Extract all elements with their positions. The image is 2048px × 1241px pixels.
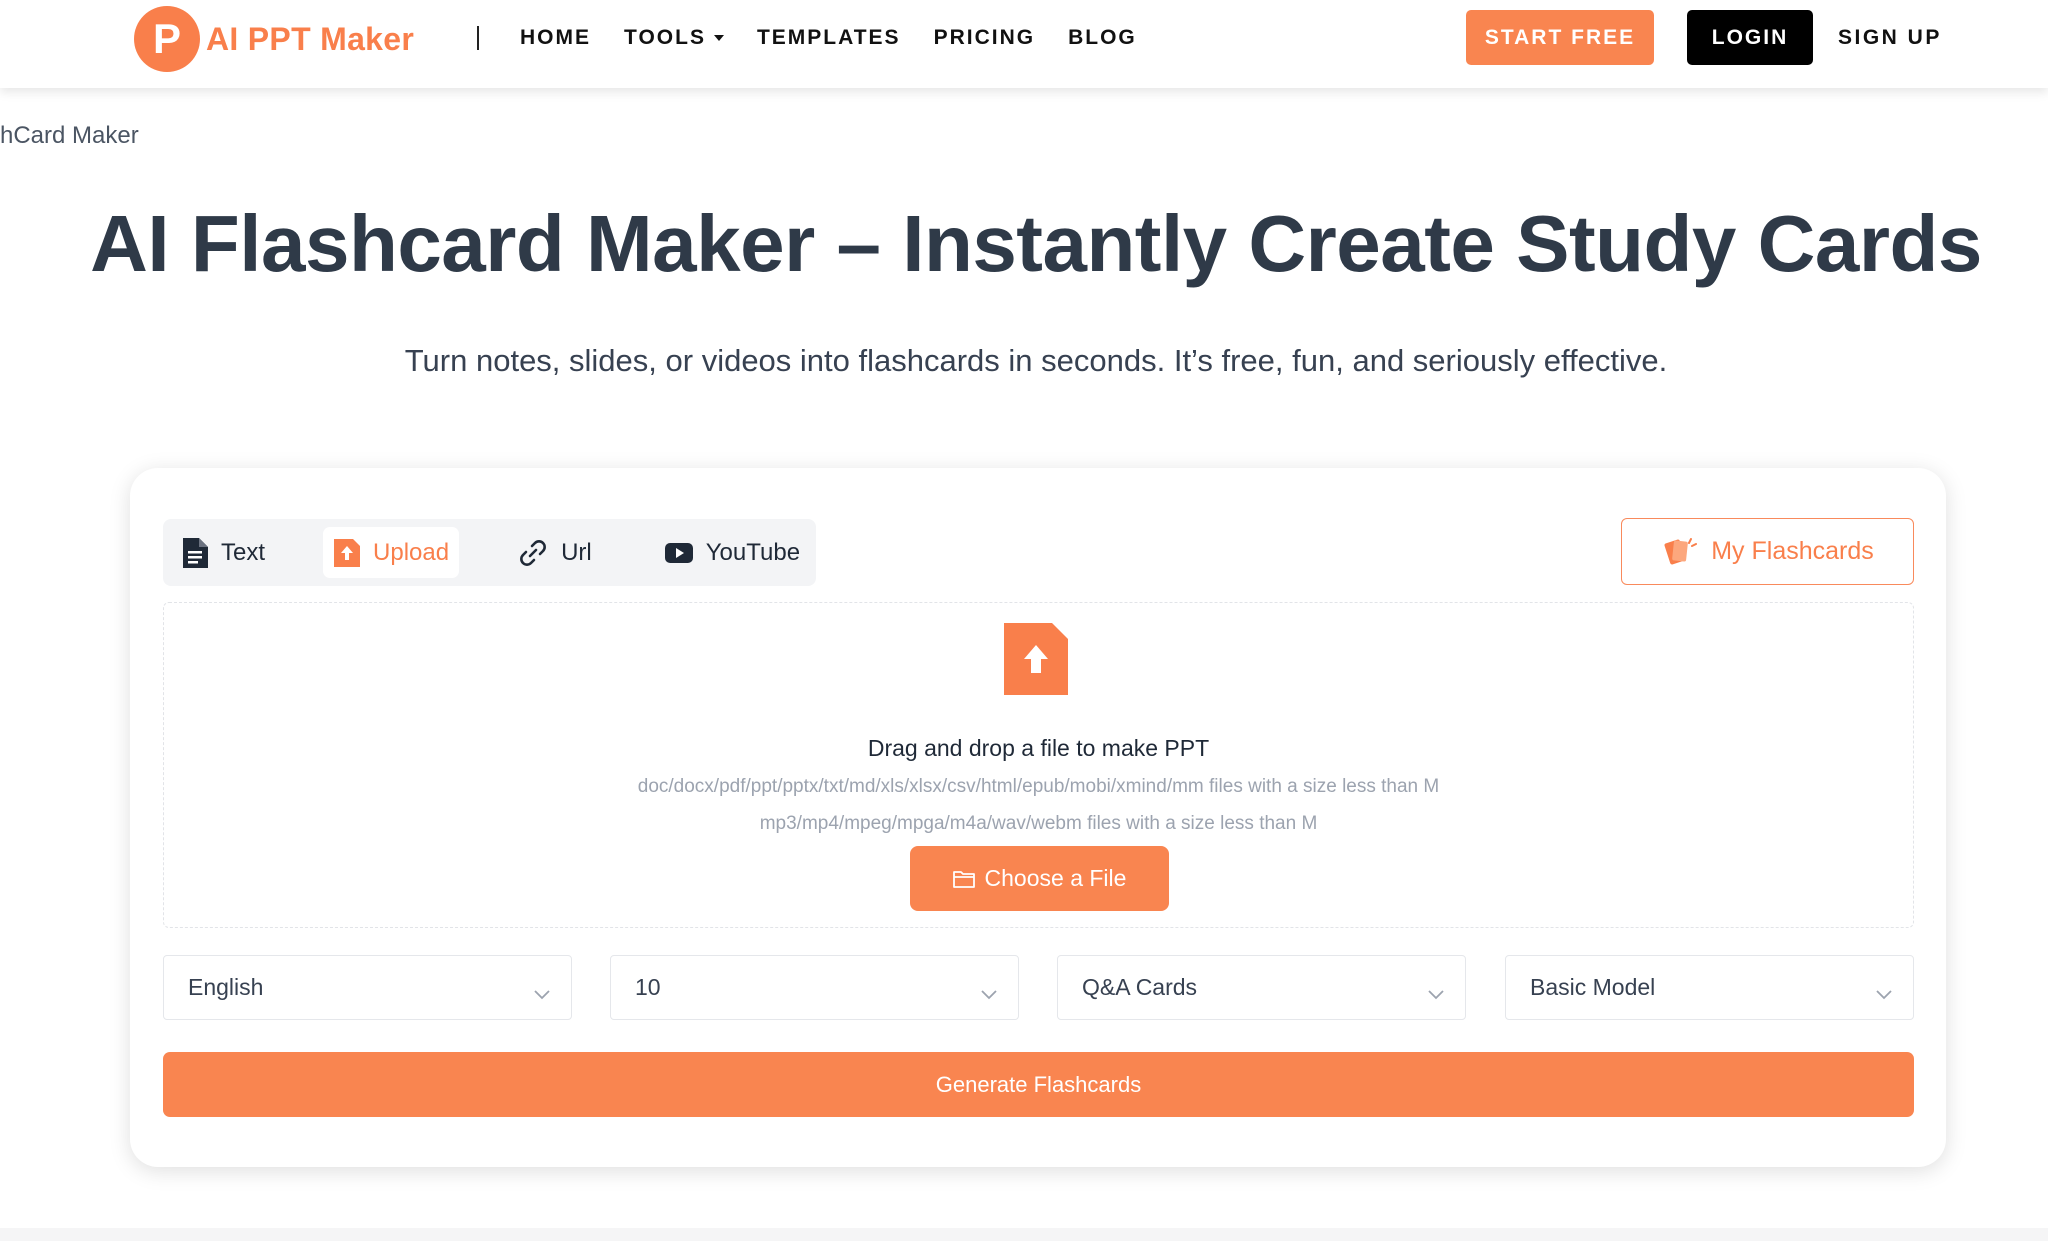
page-subtitle: Turn notes, slides, or videos into flash… (404, 343, 1668, 378)
main-nav: HOME TOOLS TEMPLATES PRICING BLOG (520, 0, 1170, 76)
chevron-down-icon (980, 980, 998, 1007)
logo-text: AI PPT Maker (206, 20, 415, 57)
generate-flashcards-button[interactable]: Generate Flashcards (163, 1052, 1914, 1117)
card-type-value: Q&A Cards (1082, 974, 1198, 1000)
nav-home[interactable]: HOME (520, 26, 591, 50)
nav-pricing[interactable]: PRICING (934, 26, 1036, 50)
youtube-icon (664, 541, 694, 565)
tab-url[interactable]: Url (507, 527, 602, 578)
chevron-down-icon (1875, 980, 1893, 1007)
page-title: AI Flashcard Maker – Instantly Create St… (90, 199, 1982, 288)
tab-url-label: Url (561, 538, 592, 566)
logo-mark: P (134, 6, 200, 72)
nav-blog[interactable]: BLOG (1068, 26, 1137, 50)
language-value: English (188, 974, 264, 1000)
dropzone-title: Drag and drop a file to make PPT (867, 735, 1210, 761)
chevron-down-icon (533, 980, 551, 1007)
tab-text[interactable]: Text (171, 527, 275, 578)
supported-media-formats: mp3/mp4/mpeg/mpga/m4a/wav/webm files wit… (759, 813, 1318, 834)
choose-file-label: Choose a File (984, 865, 1127, 891)
upload-file-icon (333, 538, 361, 568)
flashcard-generator-card: Text Upload Url YouTube My Flashcards Dr… (130, 468, 1946, 1167)
nav-templates[interactable]: TEMPLATES (757, 26, 901, 50)
card-count-value: 10 (635, 974, 661, 1000)
file-dropzone[interactable]: Drag and drop a file to make PPT doc/doc… (163, 602, 1914, 928)
tab-youtube[interactable]: YouTube (654, 527, 810, 578)
signup-link[interactable]: SIGN UP (1838, 10, 1942, 65)
supported-doc-formats: doc/docx/pdf/ppt/pptx/txt/md/xls/xlsx/cs… (637, 776, 1440, 797)
nav-divider (477, 26, 479, 50)
my-flashcards-button[interactable]: My Flashcards (1621, 518, 1914, 585)
flashcards-icon (1661, 537, 1698, 567)
tab-youtube-label: YouTube (705, 538, 801, 566)
site-header: P AI PPT Maker HOME TOOLS TEMPLATES PRIC… (0, 0, 2048, 88)
model-select[interactable]: Basic Model (1505, 955, 1914, 1020)
model-value: Basic Model (1530, 974, 1656, 1000)
link-icon (517, 537, 549, 569)
input-source-tabs: Text Upload Url YouTube (163, 519, 816, 586)
nav-tools-label: TOOLS (624, 26, 706, 49)
card-count-select[interactable]: 10 (610, 955, 1019, 1020)
tab-text-label: Text (221, 538, 266, 566)
card-type-select[interactable]: Q&A Cards (1057, 955, 1466, 1020)
login-button[interactable]: LOGIN (1687, 10, 1813, 65)
logo[interactable]: P AI PPT Maker (134, 6, 414, 72)
choose-file-button[interactable]: Choose a File (910, 846, 1169, 911)
page-divider (0, 1228, 2048, 1241)
nav-tools[interactable]: TOOLS (624, 26, 724, 50)
chevron-down-icon (1427, 980, 1445, 1007)
breadcrumb: hCard Maker (0, 122, 139, 149)
tab-upload-label: Upload (373, 538, 450, 566)
document-icon (181, 537, 209, 569)
folder-icon (952, 870, 975, 888)
upload-file-icon (1002, 621, 1070, 702)
tab-upload[interactable]: Upload (323, 527, 460, 578)
language-select[interactable]: English (163, 955, 572, 1020)
start-free-button[interactable]: START FREE (1466, 10, 1654, 65)
my-flashcards-label: My Flashcards (1711, 537, 1874, 565)
caret-down-icon (713, 35, 724, 41)
